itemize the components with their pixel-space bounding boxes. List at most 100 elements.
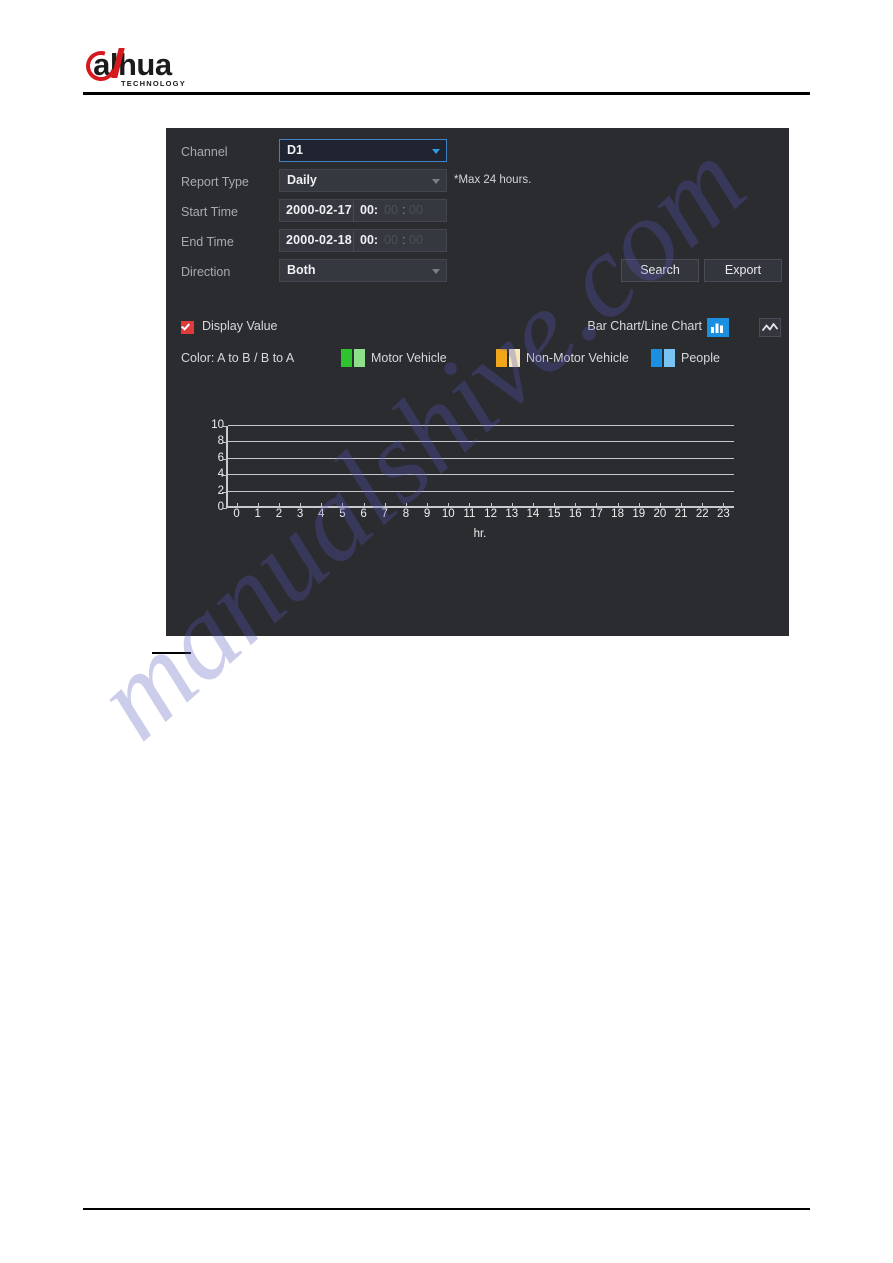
logo-wordmark: alhua	[80, 45, 172, 87]
legend-swatch-b-to-a	[509, 349, 520, 367]
legend-label: Non-Motor Vehicle	[526, 351, 629, 365]
start-time-minute: 00	[384, 203, 398, 217]
search-button[interactable]: Search	[621, 259, 699, 282]
chevron-down-icon	[432, 149, 440, 154]
chart-x-tick-mark	[427, 503, 429, 507]
form-row-start-time: Start Time 2000-02-17 00: 00 : 00	[181, 199, 781, 229]
chart-x-tick-mark	[575, 503, 577, 507]
chart-y-tick-mark	[222, 458, 227, 460]
end-time-minute: 00	[384, 233, 398, 247]
display-options-row: Display Value Bar Chart/Line Chart	[180, 318, 781, 340]
logo-tagline: TECHNOLOGY	[121, 79, 186, 88]
direction-value: Both	[287, 263, 316, 277]
chart-gridline	[228, 441, 734, 443]
chart-x-tick-mark	[363, 503, 365, 507]
form-row-channel: Channel D1	[181, 139, 781, 169]
chart-gridline	[228, 490, 734, 492]
end-time-label: End Time	[181, 235, 234, 249]
chart-x-tick-mark	[554, 503, 556, 507]
report-type-label: Report Type	[181, 175, 249, 189]
chart-x-tick-mark	[532, 503, 534, 507]
end-time-divider	[353, 231, 354, 252]
chart-x-tick-mark	[681, 503, 683, 507]
report-type-value: Daily	[287, 173, 317, 187]
chart-x-tick-mark	[321, 503, 323, 507]
start-time-colon: :	[402, 203, 406, 217]
chart-gridline	[228, 425, 734, 426]
chart-x-tick-label: 23	[717, 508, 730, 520]
chart-x-tick-mark	[278, 503, 280, 507]
chart-y-tick-mark	[222, 442, 227, 444]
start-time-label: Start Time	[181, 205, 238, 219]
end-time-input[interactable]: 2000-02-18 00: 00 : 00	[279, 229, 447, 252]
legend-swatch-a-to-b	[341, 349, 352, 367]
chart-y-tick-label: 0	[217, 501, 224, 513]
bar-chart-icon[interactable]	[707, 318, 729, 337]
chart-y-tick-label: 8	[217, 435, 224, 448]
header-rule	[83, 92, 810, 95]
chart-x-tick-mark	[469, 503, 471, 507]
start-time-divider	[353, 201, 354, 222]
dahua-logo: alhua TECHNOLOGY	[80, 45, 265, 88]
chart-x-tick-mark	[490, 503, 492, 507]
chart-y-tick-label: 6	[217, 451, 224, 464]
end-time-colon: :	[402, 233, 406, 247]
display-value-checkbox[interactable]	[180, 321, 194, 334]
chart-y-tick-mark	[222, 491, 227, 493]
footer-rule	[83, 1208, 810, 1210]
chart-x-tick-mark	[638, 503, 640, 507]
channel-label: Channel	[181, 145, 228, 159]
start-time-input[interactable]: 2000-02-17 00: 00 : 00	[279, 199, 447, 222]
chart-y-tick-label: 2	[217, 484, 224, 497]
search-form: Channel D1 Report Type Daily *Max 24 hou…	[181, 139, 782, 289]
chart-y-tick-label: 10	[211, 419, 224, 431]
page-header: alhua TECHNOLOGY	[0, 0, 893, 100]
legend-swatch-b-to-a	[664, 349, 675, 367]
legend-label: Motor Vehicle	[371, 351, 447, 365]
report-chart: hr. 0 2 4 6 8 10 0 1 2 3 4 5 6 7 8 9 10 11 12 13 14 15 16 17 18 1…	[181, 418, 776, 558]
chart-x-tick-mark	[723, 503, 725, 507]
display-value-label: Display Value	[202, 319, 278, 333]
line-chart-icon[interactable]	[759, 318, 781, 337]
direction-select[interactable]: Both	[279, 259, 447, 282]
chart-x-tick-mark	[702, 503, 704, 507]
chart-y-tick-mark	[222, 475, 227, 477]
chevron-down-icon	[432, 269, 440, 274]
chart-x-tick-mark	[384, 503, 386, 507]
end-time-second: 00	[409, 233, 423, 247]
chart-y-tick-mark	[222, 426, 227, 427]
legend-row: Color: A to B / B to A Motor Vehicle Non…	[181, 349, 781, 371]
end-time-hour: 00:	[360, 233, 379, 247]
people-counting-report-dialog: Channel D1 Report Type Daily *Max 24 hou…	[166, 128, 789, 636]
chart-y-tick-label: 4	[217, 468, 224, 481]
chart-x-tick-mark	[511, 503, 513, 507]
check-icon	[180, 321, 191, 331]
legend-label: People	[681, 351, 720, 365]
chevron-down-icon	[432, 179, 440, 184]
chart-x-tick-mark	[405, 503, 407, 507]
chart-x-tick-mark	[236, 503, 238, 507]
chart-toggle-label: Bar Chart/Line Chart	[587, 319, 702, 333]
chart-x-tick-mark	[448, 503, 450, 507]
legend-swatch-a-to-b	[651, 349, 662, 367]
legend-swatch-b-to-a	[354, 349, 365, 367]
channel-select[interactable]: D1	[279, 139, 447, 162]
max-hours-hint: *Max 24 hours.	[454, 174, 532, 186]
form-row-report-type: Report Type Daily *Max 24 hours.	[181, 169, 781, 199]
chart-x-tick-mark	[659, 503, 661, 507]
channel-value: D1	[287, 143, 303, 157]
report-type-select[interactable]: Daily	[279, 169, 447, 192]
start-time-second: 00	[409, 203, 423, 217]
end-time-date: 2000-02-18	[286, 233, 352, 247]
chart-x-tick-mark	[257, 503, 259, 507]
start-time-hour: 00:	[360, 203, 379, 217]
start-time-date: 2000-02-17	[286, 203, 352, 217]
chart-x-tick-mark	[300, 503, 302, 507]
chart-gridline	[228, 474, 734, 476]
figure-caption-rule	[152, 652, 191, 654]
form-row-end-time: End Time 2000-02-18 00: 00 : 00	[181, 229, 781, 259]
export-button[interactable]: Export	[704, 259, 782, 282]
chart-gridline	[228, 457, 734, 459]
chart-plot-area	[226, 425, 734, 508]
chart-x-tick-mark	[596, 503, 598, 507]
